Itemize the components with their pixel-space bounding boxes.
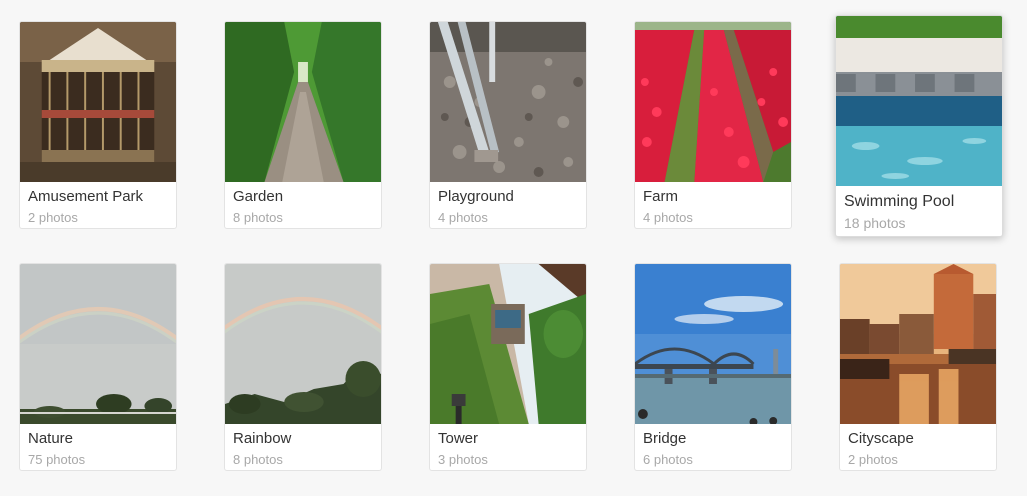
album-grid: Amusement Park 2 photos Garden 8 photos xyxy=(0,0,1027,496)
album-thumbnail-rainbow-sky[interactable] xyxy=(20,264,176,424)
album-title: Bridge xyxy=(643,430,687,447)
album-card-swimming-pool[interactable]: Swimming Pool 18 photos xyxy=(835,15,1003,237)
album-title: Amusement Park xyxy=(28,188,144,205)
album-photo-count: 75 photos xyxy=(28,452,86,467)
album-thumbnail-rainbow-trees[interactable] xyxy=(225,264,381,424)
album-thumbnail-canal-sunset[interactable] xyxy=(840,264,996,424)
album-title: Garden xyxy=(233,188,284,205)
album-photo-count: 4 photos xyxy=(643,210,693,225)
album-card-cityscape[interactable]: Cityscape 2 photos xyxy=(839,263,997,471)
album-title: Rainbow xyxy=(233,430,292,447)
album-photo-count: 6 photos xyxy=(643,452,693,467)
album-thumbnail-carousel[interactable] xyxy=(20,22,176,182)
album-photo-count: 4 photos xyxy=(438,210,488,225)
album-thumbnail-gravel-posts[interactable] xyxy=(430,22,586,182)
album-card-farm[interactable]: Farm 4 photos xyxy=(634,21,792,229)
album-photo-count: 18 photos xyxy=(844,215,906,231)
album-thumbnail-ivy-tower[interactable] xyxy=(430,264,586,424)
album-card-playground[interactable]: Playground 4 photos xyxy=(429,21,587,229)
album-title: Farm xyxy=(643,188,678,205)
album-title: Cityscape xyxy=(848,430,914,447)
album-thumbnail-pool-edge[interactable] xyxy=(836,16,1002,186)
album-thumbnail-tulip-field[interactable] xyxy=(635,22,791,182)
album-photo-count: 2 photos xyxy=(848,452,898,467)
album-title: Nature xyxy=(28,430,74,447)
album-title: Tower xyxy=(438,430,479,447)
album-card-bridge[interactable]: Bridge 6 photos xyxy=(634,263,792,471)
album-card-garden[interactable]: Garden 8 photos xyxy=(224,21,382,229)
album-thumbnail-hedge-tunnel[interactable] xyxy=(225,22,381,182)
album-title: Playground xyxy=(438,188,514,205)
album-photo-count: 8 photos xyxy=(233,210,283,225)
album-thumbnail-arch-bridge[interactable] xyxy=(635,264,791,424)
album-card-tower[interactable]: Tower 3 photos xyxy=(429,263,587,471)
album-card-nature[interactable]: Nature 75 photos xyxy=(19,263,177,471)
album-photo-count: 2 photos xyxy=(28,210,78,225)
album-card-rainbow[interactable]: Rainbow 8 photos xyxy=(224,263,382,471)
album-photo-count: 8 photos xyxy=(233,452,283,467)
album-card-amusement-park[interactable]: Amusement Park 2 photos xyxy=(19,21,177,229)
album-title: Swimming Pool xyxy=(844,193,955,210)
album-photo-count: 3 photos xyxy=(438,452,488,467)
